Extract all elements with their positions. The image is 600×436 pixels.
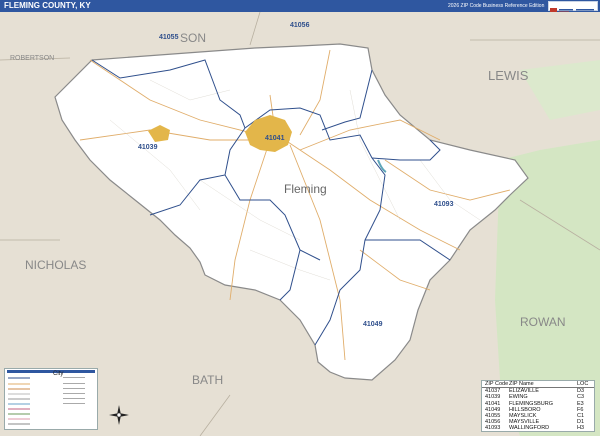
zip-name-cell: WALLINGFORD	[509, 425, 550, 432]
map-title: FLEMING COUNTY, KY	[4, 1, 91, 10]
map-legend: City	[4, 368, 98, 430]
neighbor-bath-label: BATH	[192, 373, 223, 387]
legend-symbols-icon	[7, 370, 95, 425]
zip-label-41093: 41093	[434, 201, 454, 208]
zip-label-41041: 41041	[265, 135, 285, 142]
zip-label-41056: 41056	[290, 22, 310, 29]
edition-label: 2026 ZIP Code Business Reference Edition	[448, 3, 545, 9]
county-name-label: Fleming	[284, 182, 327, 196]
neighbor-mason-label: SON	[180, 31, 206, 45]
zip-code-cell: 41093	[485, 425, 501, 432]
zip-label-41055: 41055	[159, 34, 179, 41]
title-bar: FLEMING COUNTY, KY 2026 ZIP Code Busines…	[0, 0, 600, 14]
neighbor-rowan-label: ROWAN	[520, 315, 566, 329]
zip-code-table: ZIP Code ZIP Name LOC 41037 ELIZAVILLE D…	[481, 380, 595, 432]
neighbor-nicholas-label: NICHOLAS	[25, 258, 86, 272]
zip-header-code: ZIP Code	[485, 381, 509, 387]
table-row: 41093 WALLINGFORD H3	[482, 425, 594, 431]
zip-header-name: ZIP Name	[509, 381, 534, 387]
neighbor-lewis-label: LEWIS	[488, 68, 529, 83]
zip-label-41049: 41049	[363, 321, 383, 328]
zip-loc-cell: H3	[577, 425, 585, 432]
zip-header-loc: LOC	[577, 381, 589, 387]
publisher-logo	[548, 1, 598, 14]
zip-table-header: ZIP Code ZIP Name LOC	[482, 381, 594, 389]
neighbor-robertson-label: ROBERTSON	[10, 55, 54, 62]
legend-city-label: City	[53, 371, 64, 377]
north-arrow-icon	[109, 405, 129, 425]
zip-label-41039: 41039	[138, 144, 158, 151]
